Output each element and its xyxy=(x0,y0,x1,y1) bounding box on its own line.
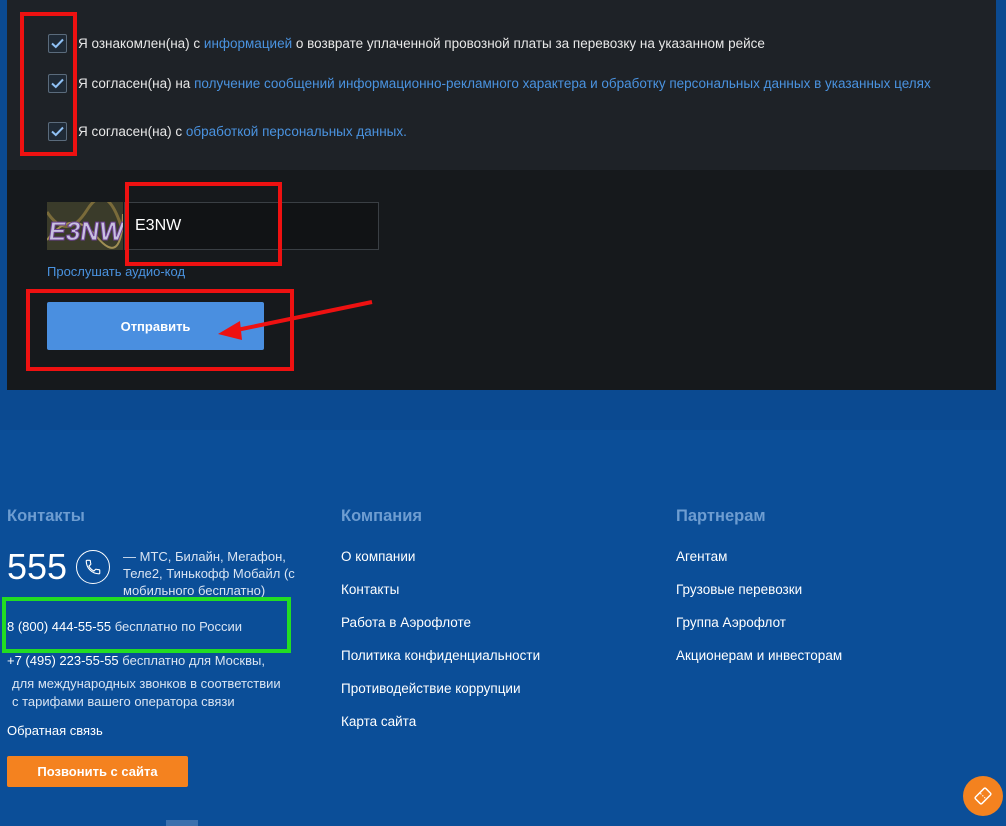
consent-row-refund-info: Я ознакомлен(на) с информацией о возврат… xyxy=(48,34,938,54)
footer-link-sitemap[interactable]: Карта сайта xyxy=(341,714,416,729)
partners-heading: Партнерам xyxy=(676,507,766,525)
svg-text:E3NW: E3NW xyxy=(47,216,123,246)
refund-info-link[interactable]: информацией xyxy=(204,36,292,51)
annotation-red-box-checkboxes xyxy=(20,12,77,156)
short-phone-number[interactable]: 555 xyxy=(7,546,67,588)
annotation-green-box-phone xyxy=(2,597,291,653)
international-note-line1: для международных звонков в соответствии xyxy=(12,676,281,691)
annotation-red-arrow xyxy=(218,300,373,340)
phone-moscow-number[interactable]: +7 (495) 223-55-55 xyxy=(7,653,119,668)
footer-bottom-decoration xyxy=(166,820,198,826)
international-note-line2: с тарифами вашего оператора связи xyxy=(12,694,235,709)
chat-widget-button[interactable] xyxy=(963,776,1003,816)
consent-row-personal-data: Я согласен(на) с обработкой персональных… xyxy=(48,122,938,142)
captcha-image: E3NW xyxy=(47,202,123,250)
footer-link-investors[interactable]: Акционерам и инвесторам xyxy=(676,648,842,663)
consent-text-marketing: Я согласен(на) на получение сообщений ин… xyxy=(78,76,931,91)
feedback-link[interactable]: Обратная связь xyxy=(7,723,103,738)
footer-link-contacts[interactable]: Контакты xyxy=(341,582,399,597)
consent-row-marketing: Я согласен(на) на получение сообщений ин… xyxy=(48,74,938,94)
footer-link-agents[interactable]: Агентам xyxy=(676,549,727,564)
annotation-red-box-captcha xyxy=(125,182,282,266)
footer-link-group[interactable]: Группа Аэрофлот xyxy=(676,615,786,630)
consent-text-personal-data: Я согласен(на) с обработкой персональных… xyxy=(78,124,407,139)
marketing-consent-link[interactable]: получение сообщений информационно-реклам… xyxy=(194,76,931,91)
footer-link-anticorruption[interactable]: Противодействие коррупции xyxy=(341,681,521,696)
operators-text: — МТС, Билайн, Мегафон, Теле2, Тинькофф … xyxy=(123,549,295,598)
company-heading: Компания xyxy=(341,507,423,525)
call-from-site-button[interactable]: Позвонить с сайта xyxy=(7,756,188,787)
phone-line-moscow: +7 (495) 223-55-55 бесплатно для Москвы, xyxy=(7,653,265,668)
footer-link-privacy[interactable]: Политика конфиденциальности xyxy=(341,648,540,663)
audio-code-link[interactable]: Прослушать аудио-код xyxy=(47,264,185,279)
phone-icon xyxy=(76,550,110,584)
personal-data-link[interactable]: обработкой персональных данных. xyxy=(186,124,407,139)
ticket-icon xyxy=(974,787,992,805)
footer-link-cargo[interactable]: Грузовые перевозки xyxy=(676,582,802,597)
footer-link-careers[interactable]: Работа в Аэрофлоте xyxy=(341,615,471,630)
contacts-heading: Контакты xyxy=(7,507,85,525)
section-separator xyxy=(0,390,1006,430)
footer-link-about[interactable]: О компании xyxy=(341,549,415,564)
consent-text-refund-info: Я ознакомлен(на) с информацией о возврат… xyxy=(78,36,765,51)
